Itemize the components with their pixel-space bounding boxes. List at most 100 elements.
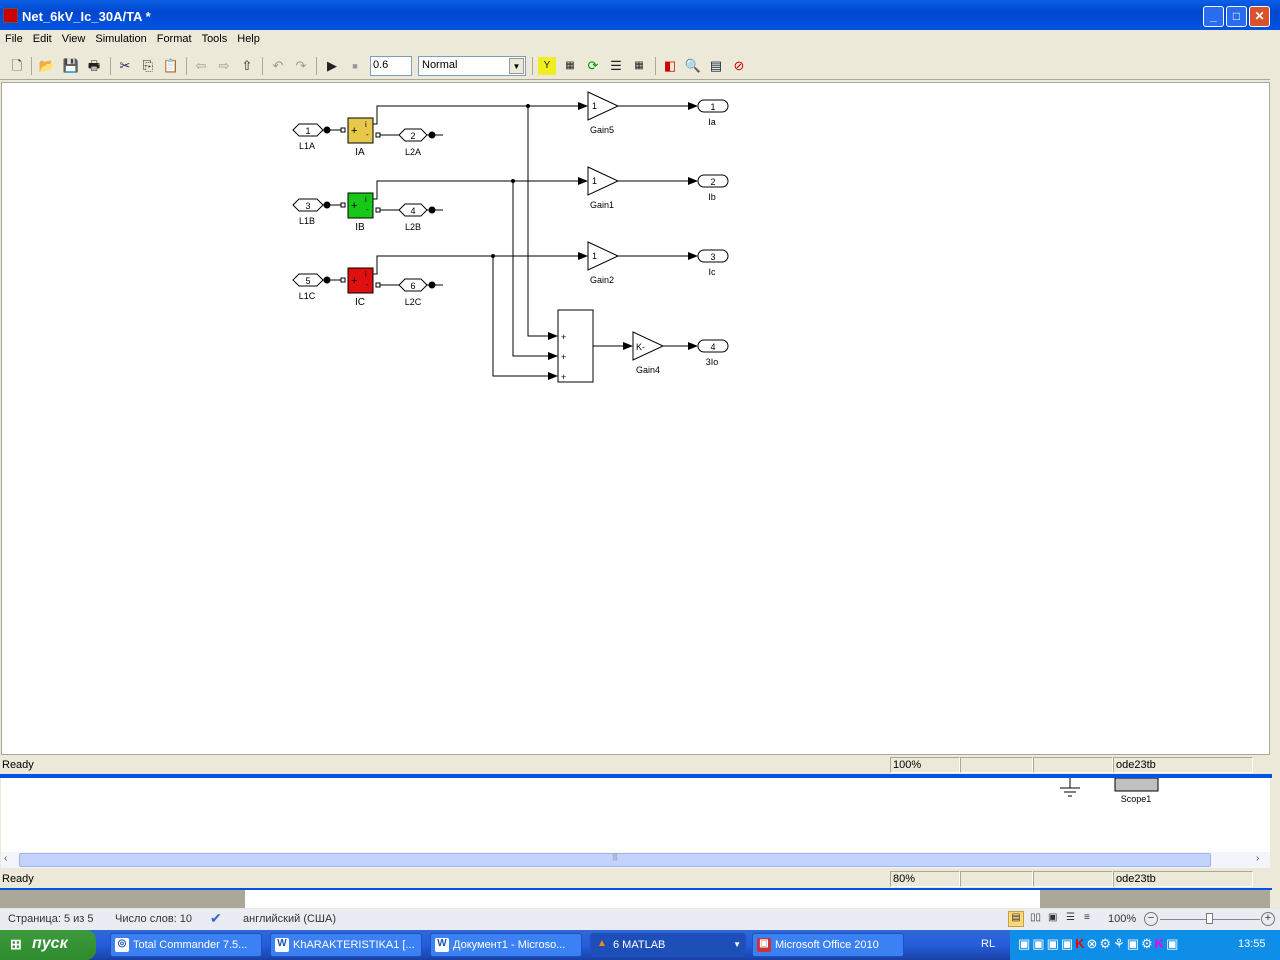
- port-number: 5: [305, 276, 310, 286]
- zoom-level: 80%: [890, 871, 960, 887]
- language[interactable]: английский (США): [243, 913, 336, 925]
- page-count[interactable]: Страница: 5 из 5: [8, 913, 94, 925]
- web-layout-icon[interactable]: ▣: [1048, 912, 1057, 923]
- signal-line: [373, 252, 588, 275]
- scroll-thumb[interactable]: |||: [19, 853, 1211, 867]
- matlab-icon: ▲: [597, 938, 607, 949]
- draft-icon[interactable]: ≡: [1084, 912, 1090, 923]
- gain-label: Gain1: [590, 200, 614, 210]
- word-count[interactable]: Число слов: 10: [115, 913, 192, 925]
- port-label: L2C: [405, 297, 422, 307]
- outport-4-number: 4: [710, 342, 715, 352]
- sum-sign: +: [561, 352, 566, 362]
- port-number: 2: [410, 131, 415, 141]
- sum-input-lines: [492, 106, 558, 380]
- total-commander-icon: ◎: [115, 938, 129, 952]
- connection-dot: [428, 131, 436, 139]
- gain4-label: Gain4: [636, 365, 660, 375]
- zoom-out-icon[interactable]: −: [1144, 912, 1158, 926]
- sum-sign: +: [561, 332, 566, 342]
- phase-row: 1 L1A + i-IA 2 L2A 1 Gain5 1 Ia: [292, 91, 729, 158]
- phase-row: 5 L1C + i-IC 6 L2C 1 Gain2 3 Ic: [292, 241, 729, 308]
- status-bar: Ready 100% ode23tb: [0, 756, 1270, 774]
- outport-number: 2: [710, 177, 715, 187]
- port-label: L2A: [405, 147, 421, 157]
- word-page[interactable]: [245, 890, 1040, 908]
- task-total-commander[interactable]: ◎ Total Commander 7.5...: [110, 933, 262, 957]
- scroll-left-icon[interactable]: ‹: [4, 853, 17, 867]
- status-cell: [960, 871, 1033, 887]
- task-word-kharakteristika[interactable]: W KhARAKTERISTIKA1 [...: [270, 933, 422, 957]
- model-canvas[interactable]: 1 L1A + i - IA 2 L2A 1 Gain5 1 Ia 3 L1B + i - IB 4 L2B 1 Gain…: [1, 82, 1270, 755]
- outport-number: 1: [710, 102, 715, 112]
- meter-plus: +: [351, 275, 357, 287]
- outline-icon[interactable]: ☰: [1066, 912, 1075, 923]
- taskbar: ⊞ пуск ◎ Total Commander 7.5... W KhARAKTER…: [0, 930, 1280, 960]
- office-icon: ▣: [757, 938, 771, 952]
- meter-i: i: [365, 120, 367, 129]
- connection-dot: [428, 281, 436, 289]
- task-office-2010[interactable]: ▣ Microsoft Office 2010: [752, 933, 904, 957]
- task-word-document1[interactable]: W Документ1 - Microso...: [430, 933, 582, 957]
- port-number: 1: [305, 126, 310, 136]
- outport-label: Ic: [708, 267, 716, 277]
- meter-label: IA: [355, 147, 365, 158]
- outport-number: 3: [710, 252, 715, 262]
- solver-name: ode23tb: [1113, 757, 1253, 773]
- gain-label: Gain2: [590, 275, 614, 285]
- signal-line: [373, 102, 588, 125]
- task-matlab[interactable]: ▲ 6 MATLAB ▼: [590, 933, 746, 957]
- gain-value: 1: [592, 176, 597, 186]
- horizontal-scrollbar[interactable]: ‹ ||| ›: [1, 852, 1270, 868]
- zoom-in-icon[interactable]: +: [1261, 912, 1275, 926]
- port-label: L1C: [299, 291, 316, 301]
- reading-layout-icon[interactable]: ▯▯: [1030, 912, 1041, 923]
- meter-i: i: [365, 195, 367, 204]
- scroll-right-icon[interactable]: ›: [1256, 853, 1269, 867]
- gain-label: Gain5: [590, 125, 614, 135]
- gain-value: 1: [592, 101, 597, 111]
- gain4-value: K-: [636, 342, 645, 352]
- start-label: пуск: [32, 935, 68, 952]
- word-document-area: [0, 890, 1270, 908]
- meter-label: IC: [355, 297, 365, 308]
- outport-4-label: 3Io: [706, 357, 719, 367]
- word-zoom-level[interactable]: 100%: [1108, 913, 1136, 925]
- zoom-level: 100%: [890, 757, 960, 773]
- spellcheck-icon[interactable]: ✔: [210, 910, 222, 927]
- language-indicator[interactable]: RL: [981, 938, 995, 950]
- sum-sign: +: [561, 372, 566, 382]
- meter-plus: +: [351, 125, 357, 137]
- scope1-block: [1114, 778, 1159, 792]
- solver-name: ode23tb: [1113, 871, 1253, 887]
- background-model-canvas[interactable]: Scope1: [1, 778, 1270, 852]
- connection-dot: [323, 201, 331, 209]
- scope1-label: Scope1: [1121, 794, 1152, 804]
- outport-label: Ib: [708, 192, 716, 202]
- meter-minus: -: [366, 130, 369, 139]
- signal-line: [373, 177, 588, 200]
- print-layout-icon[interactable]: ▤: [1008, 911, 1024, 927]
- meter-i: i: [365, 270, 367, 279]
- word-icon: W: [435, 938, 449, 952]
- status-text: Ready: [2, 759, 34, 771]
- system-tray: ▣▣▣▣K⊗⚙⚘▣⚙K▣ 13:55: [1010, 930, 1280, 960]
- status-cell: [1033, 871, 1113, 887]
- meter-plus: +: [351, 200, 357, 212]
- meter-minus: -: [366, 205, 369, 214]
- windows-logo-icon: ⊞: [10, 936, 22, 952]
- tray-icons[interactable]: ▣▣▣▣K⊗⚙⚘▣⚙K▣: [1018, 936, 1180, 952]
- branch-point: [511, 179, 515, 183]
- zoom-slider-thumb[interactable]: [1206, 913, 1213, 924]
- phase-row: 3 L1B + i-IB 4 L2B 1 Gain1 2 Ib: [292, 166, 729, 233]
- connection-dot: [323, 126, 331, 134]
- port-number: 6: [410, 281, 415, 291]
- word-icon: W: [275, 938, 289, 952]
- status-cell: [1033, 757, 1113, 773]
- meter-label: IB: [355, 222, 365, 233]
- clock: 13:55: [1238, 938, 1266, 950]
- chevron-down-icon: ▼: [733, 940, 741, 949]
- status-cell: [960, 757, 1033, 773]
- start-button[interactable]: ⊞ пуск: [0, 930, 96, 960]
- connection-dot: [428, 206, 436, 214]
